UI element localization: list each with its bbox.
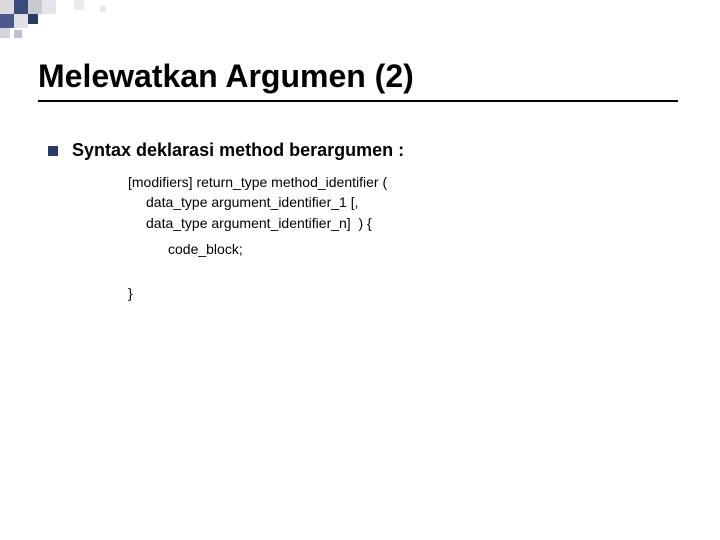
bullet-item: Syntax deklarasi method berargumen :: [48, 140, 404, 161]
section-subtitle: Syntax deklarasi method berargumen :: [72, 140, 404, 161]
code-line-4: code_block;: [128, 239, 387, 259]
code-line-5: }: [128, 283, 387, 303]
page-title: Melewatkan Argumen (2): [38, 58, 414, 95]
square-bullet-icon: [48, 146, 58, 156]
title-underline: [38, 100, 678, 102]
corner-decoration: [0, 0, 120, 40]
code-line-3: data_type argument_identifier_n] ) {: [128, 213, 387, 233]
code-line-1: [modifiers] return_type method_identifie…: [128, 172, 387, 192]
code-line-2: data_type argument_identifier_1 [,: [128, 192, 387, 212]
syntax-code-block: [modifiers] return_type method_identifie…: [128, 172, 387, 303]
